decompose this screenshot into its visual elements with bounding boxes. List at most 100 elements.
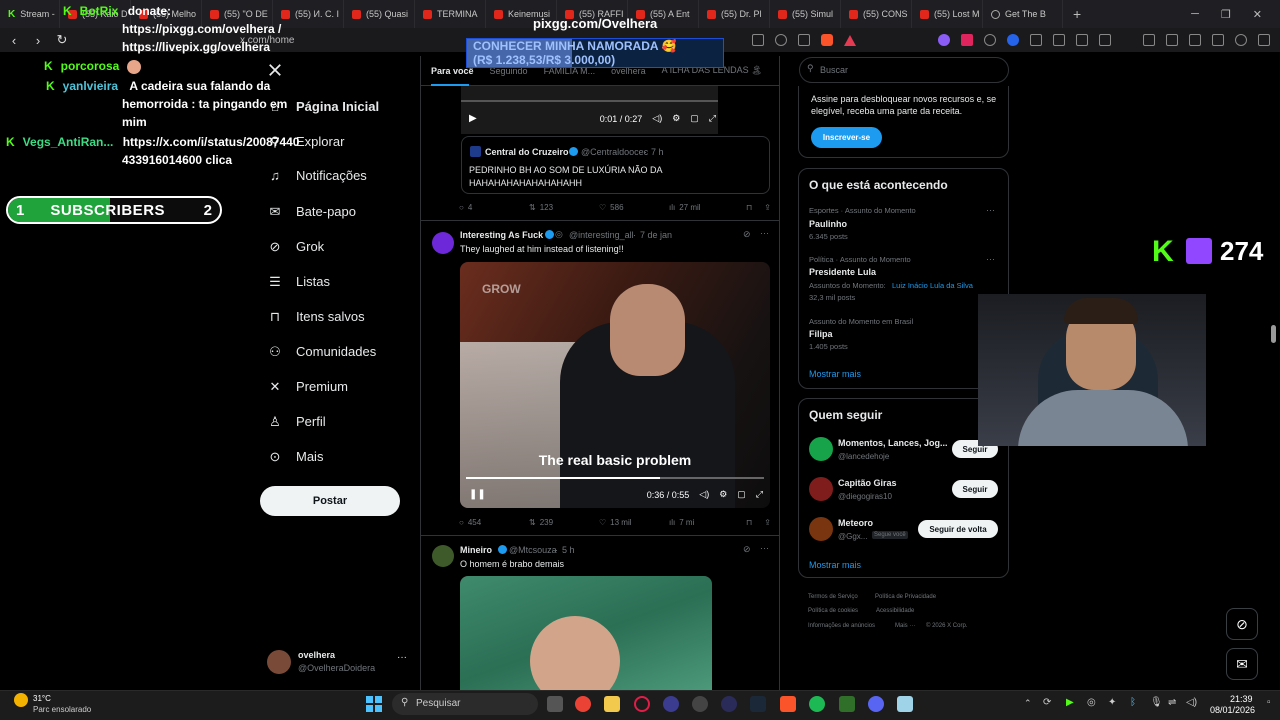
- brave-icon[interactable]: [780, 696, 796, 712]
- avatar[interactable]: [809, 517, 833, 541]
- chrome-icon[interactable]: [575, 696, 591, 712]
- grok-icon[interactable]: ⊘: [743, 544, 751, 555]
- browser-tab[interactable]: TERMINA: [415, 0, 486, 28]
- tweet-image[interactable]: [460, 576, 712, 696]
- extension-icon[interactable]: [984, 34, 996, 46]
- bookmark-icon[interactable]: ⊓: [746, 203, 752, 212]
- share-icon[interactable]: [798, 34, 810, 46]
- nav-item-chat[interactable]: ✉ Bate-papo: [268, 204, 356, 219]
- follow-back-button[interactable]: Seguir de volta: [918, 520, 998, 538]
- microphone-icon[interactable]: 🎙: [1150, 697, 1163, 708]
- weather-desc[interactable]: Parc ensolarado: [33, 705, 91, 714]
- grok-button[interactable]: ⊘: [1226, 608, 1258, 640]
- media-icon[interactable]: [1143, 34, 1155, 46]
- taskbar-search[interactable]: Pesquisar: [392, 693, 538, 715]
- fullscreen-icon[interactable]: ⤢: [756, 489, 763, 500]
- like-button[interactable]: ♡ 13 mil: [599, 518, 669, 527]
- browser-tab[interactable]: (55) Simul: [770, 0, 841, 28]
- video-progress[interactable]: [466, 477, 764, 479]
- spotify-icon[interactable]: [809, 696, 825, 712]
- volume-icon[interactable]: ◁): [1186, 697, 1197, 708]
- page-scrollbar-thumb[interactable]: [1271, 325, 1276, 343]
- extension-icon[interactable]: [938, 34, 950, 46]
- reader-icon[interactable]: [752, 34, 764, 46]
- subscribe-button[interactable]: Inscrever-se: [811, 127, 882, 148]
- task-view-icon[interactable]: [547, 696, 563, 712]
- more-icon[interactable]: ···: [986, 205, 995, 215]
- file-explorer-icon[interactable]: [604, 696, 620, 712]
- tray-icon[interactable]: ▶: [1066, 697, 1074, 708]
- account-switcher[interactable]: ovelhera @OvelheraDoidera ···: [267, 648, 412, 676]
- avatar[interactable]: [809, 477, 833, 501]
- nav-item-more[interactable]: ⊙ Mais: [268, 449, 324, 464]
- bookmark-icon[interactable]: ⊓: [746, 518, 752, 527]
- video-player[interactable]: GROW The real basic problem ❚❚ 0:36 / 0:…: [460, 262, 770, 508]
- show-more-link[interactable]: Mostrar mais: [809, 560, 861, 570]
- weather-icon[interactable]: [14, 693, 28, 707]
- grok-icon[interactable]: ⊘: [743, 229, 751, 240]
- avatar[interactable]: [432, 545, 454, 567]
- app-icon[interactable]: [721, 696, 737, 712]
- trend-item[interactable]: Filipa: [809, 329, 833, 339]
- trend-link[interactable]: Luiz Inácio Lula da Silva: [892, 281, 973, 290]
- bluetooth-icon[interactable]: ᛒ: [1130, 697, 1136, 708]
- clock-time[interactable]: 21:39: [1230, 694, 1253, 704]
- obs-icon[interactable]: [692, 696, 708, 712]
- avatar[interactable]: [432, 232, 454, 254]
- browser-tab[interactable]: (55) Quasi: [344, 0, 415, 28]
- settings-icon[interactable]: ⚙: [672, 113, 680, 124]
- video-progress[interactable]: [461, 100, 718, 102]
- like-button[interactable]: ♡ 586: [599, 203, 669, 212]
- leo-icon[interactable]: [1212, 34, 1224, 46]
- discord-icon[interactable]: [868, 696, 884, 712]
- reload-icon[interactable]: ↻: [52, 32, 72, 48]
- network-icon[interactable]: ⇌: [1168, 697, 1176, 708]
- menu-icon[interactable]: [1258, 34, 1270, 46]
- nav-item-notifications[interactable]: ♫ Notificações: [268, 168, 367, 183]
- browser-tab[interactable]: (55) И. С. I: [273, 0, 344, 28]
- forward-icon[interactable]: ›: [28, 33, 48, 48]
- wallet-icon[interactable]: [1189, 34, 1201, 46]
- kick-app-icon[interactable]: [839, 696, 855, 712]
- clock-date[interactable]: 08/01/2026: [1210, 705, 1255, 715]
- more-icon[interactable]: ···: [986, 254, 995, 264]
- more-icon[interactable]: ···: [760, 228, 769, 238]
- volume-icon[interactable]: ◁): [652, 113, 662, 124]
- x-logo-icon[interactable]: [268, 63, 282, 77]
- brave-shield-icon[interactable]: [821, 34, 833, 46]
- extension-icon[interactable]: [1007, 34, 1019, 46]
- views-button[interactable]: ılı 27 mil: [669, 203, 739, 212]
- sidebar-icon[interactable]: [1166, 34, 1178, 46]
- nav-item-grok[interactable]: ⊘ Grok: [268, 239, 325, 254]
- pause-icon[interactable]: ❚❚: [469, 489, 486, 500]
- avatar[interactable]: [809, 437, 833, 461]
- extensions-puzzle-icon[interactable]: [1076, 34, 1088, 46]
- share-icon[interactable]: ⇪: [764, 518, 771, 527]
- nav-item-profile[interactable]: ♙ Perfil: [268, 414, 325, 429]
- extension-icon[interactable]: [1030, 34, 1042, 46]
- brave-rewards-icon[interactable]: [844, 34, 856, 46]
- reply-button[interactable]: ○ 454: [459, 518, 529, 527]
- reply-button[interactable]: ○ 4: [459, 203, 529, 212]
- retweet-button[interactable]: ⇅ 123: [529, 203, 599, 212]
- new-tab-button[interactable]: +: [1063, 6, 1091, 22]
- minimize-icon[interactable]: ─: [1191, 8, 1199, 21]
- trend-item[interactable]: Presidente Lula: [809, 267, 876, 277]
- messages-button[interactable]: ✉: [1226, 648, 1258, 680]
- share-icon[interactable]: ⇪: [764, 203, 771, 212]
- windows-start-icon[interactable]: [366, 696, 382, 712]
- play-icon[interactable]: ▶: [469, 113, 477, 124]
- maximize-icon[interactable]: ❐: [1221, 8, 1231, 21]
- browser-tab[interactable]: (55) Lost M: [912, 0, 983, 28]
- tray-icon[interactable]: ✦: [1108, 697, 1116, 708]
- tray-icon[interactable]: ⟳: [1043, 697, 1051, 708]
- notepad-icon[interactable]: [897, 696, 913, 712]
- views-button[interactable]: ılı 7 mi: [669, 518, 739, 527]
- fullscreen-icon[interactable]: ⤢: [709, 113, 716, 124]
- screenshot-icon[interactable]: [1099, 34, 1111, 46]
- search-input[interactable]: Buscar: [799, 57, 1009, 83]
- notification-icon[interactable]: ▫: [1267, 697, 1271, 708]
- nav-item-premium[interactable]: ✕ Premium: [268, 379, 348, 394]
- nav-item-communities[interactable]: ⚇ Comunidades: [268, 344, 376, 359]
- show-more-link[interactable]: Mostrar mais: [809, 369, 861, 379]
